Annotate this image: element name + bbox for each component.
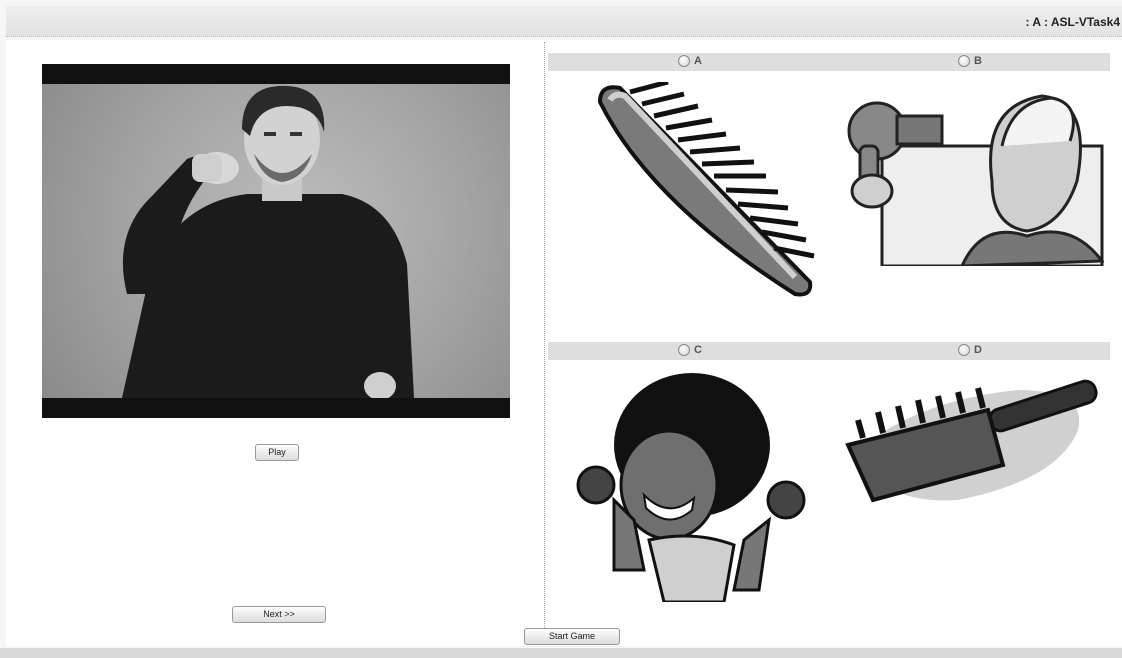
- comb-icon[interactable]: [590, 79, 820, 307]
- option-a[interactable]: A: [678, 55, 702, 67]
- hairbrush-icon[interactable]: [838, 370, 1108, 515]
- option-a-radio[interactable]: [678, 55, 690, 67]
- task-title: : A : ASL-VTask4: [1025, 15, 1120, 29]
- messy-hair-icon[interactable]: [574, 370, 810, 607]
- option-b-radio[interactable]: [958, 55, 970, 67]
- video-player[interactable]: [42, 64, 510, 418]
- option-d-label: D: [974, 344, 982, 356]
- hair-dryer-icon[interactable]: [842, 86, 1105, 271]
- video-frame-image: [42, 84, 510, 398]
- option-c-radio[interactable]: [678, 344, 690, 356]
- bottom-bar: [0, 648, 1122, 658]
- title-bar: : A : ASL-VTask4: [6, 6, 1122, 37]
- app-window: : A : ASL-VTask4 Play Next >> A B C D St…: [0, 0, 1122, 658]
- options-header-top: [548, 53, 1110, 71]
- option-a-label: A: [694, 55, 702, 67]
- option-d[interactable]: D: [958, 344, 982, 356]
- option-b[interactable]: B: [958, 55, 982, 67]
- start-game-button[interactable]: Start Game: [524, 628, 620, 645]
- option-c[interactable]: C: [678, 344, 702, 356]
- signer-figure: [122, 85, 414, 398]
- option-d-radio[interactable]: [958, 344, 970, 356]
- panel-divider: [544, 42, 545, 630]
- main-panel: Play Next >> A B C D: [6, 40, 1122, 646]
- play-button[interactable]: Play: [255, 444, 299, 461]
- next-button[interactable]: Next >>: [232, 606, 326, 623]
- option-c-label: C: [694, 344, 702, 356]
- options-header-bottom: [548, 342, 1110, 360]
- option-b-label: B: [974, 55, 982, 67]
